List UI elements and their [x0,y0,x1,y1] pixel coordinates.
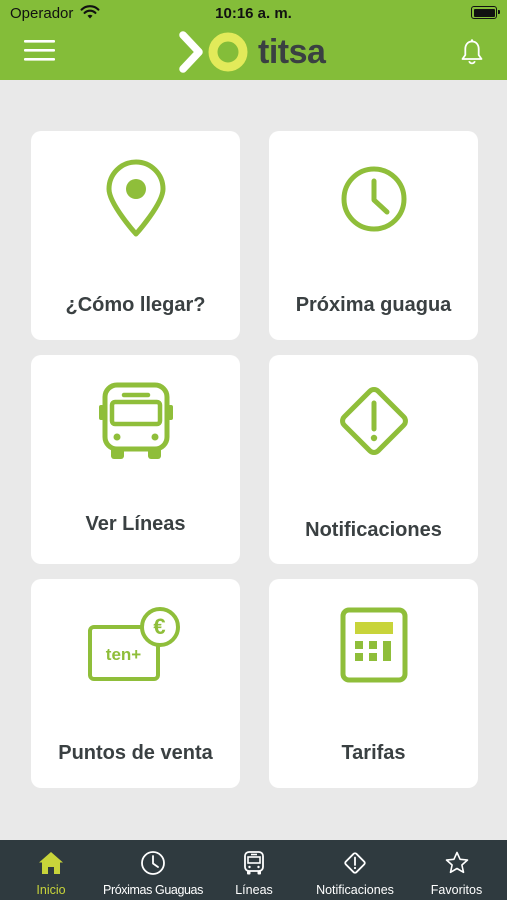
battery-icon [471,6,500,19]
tile-label: Próxima guagua [295,294,452,316]
bottom-tab-bar: Inicio Próximas Guaguas Líneas Notificac… [0,840,507,900]
star-icon [445,851,468,874]
map-pin-icon [106,159,165,237]
home-icon [39,852,63,874]
tab-label: Próximas Guaguas [103,883,203,897]
tile-icon-wrap [269,159,478,239]
calculator-icon [340,607,407,683]
bus-icon [244,851,264,875]
tile-ver-lineas[interactable]: Ver Líneas [31,355,240,564]
bus-icon [98,382,173,459]
tile-como-llegar[interactable]: ¿Cómo llegar? [31,131,240,340]
tile-puntos-de-venta[interactable]: ten+ € Puntos de venta [31,579,240,788]
logo-mark-icon [179,31,248,73]
hamburger-icon [24,40,55,61]
tab-proximas-guaguas[interactable]: Próximas Guaguas [102,840,204,900]
ticket-card-text: ten+ [105,645,142,664]
status-bar: Operador 10:16 a. m. [0,0,507,28]
tile-label: Tarifas [341,742,406,764]
tile-icon-wrap [269,379,478,459]
warning-diamond-icon [344,852,366,874]
bell-icon [461,39,483,65]
ticket-card-icon: ten+ € [87,607,184,687]
euro-badge: € [153,614,166,639]
tile-label: Puntos de venta [58,742,213,764]
menu-button[interactable] [24,38,56,64]
tile-icon-wrap: ten+ € [31,607,240,687]
status-time: 10:16 a. m. [215,5,292,22]
tab-favoritos[interactable]: Favoritos [406,840,507,900]
warning-diamond-icon [339,387,408,455]
tab-lineas[interactable]: Líneas [204,840,304,900]
tile-icon-wrap [31,381,240,461]
clock-icon [341,166,406,232]
tile-proxima-guagua[interactable]: Próxima guagua [269,131,478,340]
tab-label: Líneas [235,883,273,897]
tile-icon-wrap [269,607,478,687]
tab-label: Inicio [36,883,66,897]
tab-inicio[interactable]: Inicio [0,840,102,900]
tile-label: ¿Cómo llegar? [65,294,206,316]
tile-icon-wrap [31,159,240,239]
tab-notificaciones[interactable]: Notificaciones [304,840,406,900]
tab-label: Favoritos [430,883,483,897]
logo-text: titsa [258,33,326,71]
app-header: Operador 10:16 a. m. titsa [0,0,507,80]
clock-icon [141,851,165,875]
tile-notificaciones[interactable]: Notificaciones [269,355,478,564]
tile-label: Notificaciones [305,519,442,541]
tile-label: Ver Líneas [85,513,186,535]
notifications-bell-button[interactable] [458,38,486,66]
tab-label: Notificaciones [316,883,394,897]
titsa-logo: titsa [178,30,338,74]
tile-tarifas[interactable]: Tarifas [269,579,478,788]
